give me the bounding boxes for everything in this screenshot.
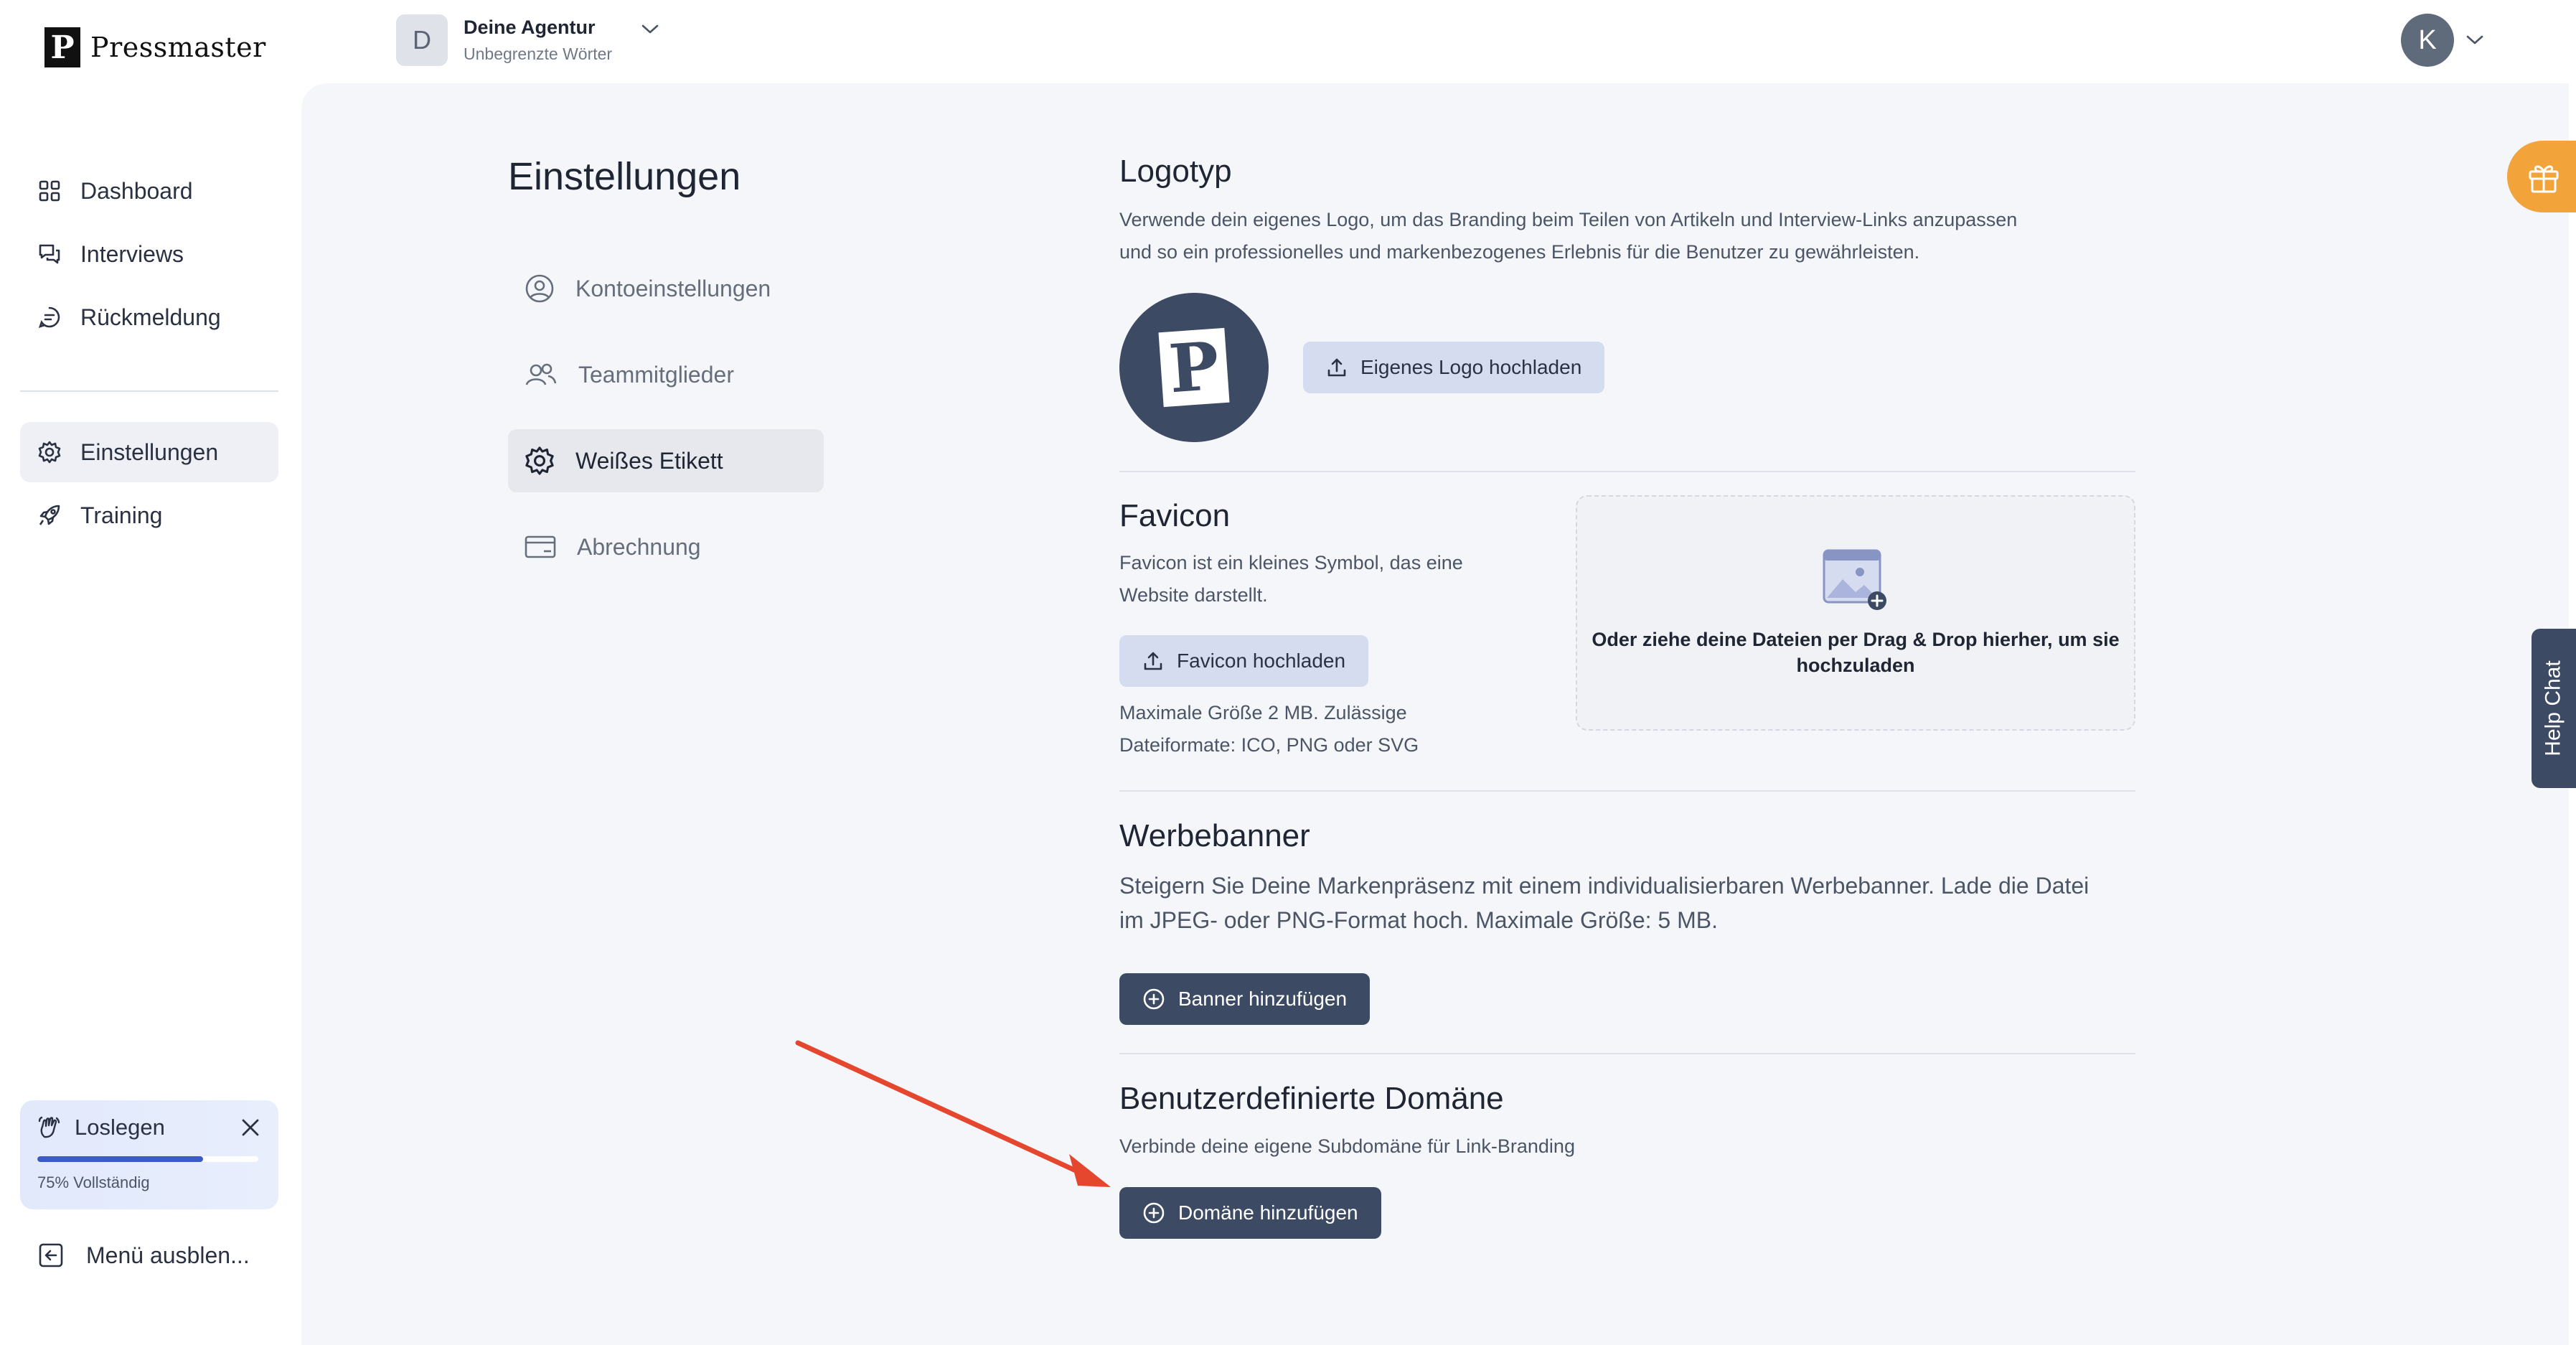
collapse-icon <box>39 1243 63 1267</box>
logo-preview-mark: P <box>1158 327 1230 408</box>
settings-tab-white-label[interactable]: Weißes Etikett <box>508 429 824 492</box>
logotyp-desc-line: Verwende dein eigenes Logo, um das Brand… <box>1119 209 2018 230</box>
agency-avatar: D <box>396 14 448 66</box>
add-domain-button[interactable]: Domäne hinzufügen <box>1119 1187 1381 1239</box>
onboarding-progress-fill <box>37 1156 203 1162</box>
upload-logo-button[interactable]: Eigenes Logo hochladen <box>1303 342 1605 393</box>
chat-icon <box>39 244 60 264</box>
collapse-menu-label: Menü ausblen... <box>86 1242 250 1268</box>
sidebar-item-label: Einstellungen <box>80 439 219 465</box>
logotyp-desc-line: und so ein professionelles und markenbez… <box>1119 241 1920 263</box>
settings-tab-label: Kontoeinstellungen <box>575 275 771 301</box>
gear-icon <box>525 446 554 475</box>
page-title: Einstellungen <box>508 155 741 198</box>
gift-icon <box>2529 165 2559 193</box>
favicon-desc-line: Favicon ist ein kleines Symbol, das eine <box>1119 552 1463 573</box>
favicon-description: Favicon ist ein kleines Symbol, das eine… <box>1119 547 1463 611</box>
user-circle-icon <box>525 274 554 303</box>
settings-tab-label: Abrechnung <box>577 533 701 560</box>
favicon-hint: Maximale Größe 2 MB. Zulässige Dateiform… <box>1119 697 1419 761</box>
avatar: K <box>2401 14 2454 67</box>
dropzone-text: Oder ziehe deine Dateien per Drag & Drop… <box>1592 629 2120 676</box>
add-domain-label: Domäne hinzufügen <box>1178 1201 1358 1224</box>
chevron-down-icon <box>641 24 659 34</box>
upload-favicon-button[interactable]: Favicon hochladen <box>1119 635 1369 687</box>
agency-info: Deine Agentur Unbegrenzte Wörter <box>464 17 612 64</box>
section-divider <box>1119 471 2135 472</box>
settings-tab-label: Teammitglieder <box>578 361 734 388</box>
upload-icon <box>1144 652 1162 670</box>
onboarding-title: Loslegen <box>75 1115 165 1140</box>
upload-logo-label: Eigenes Logo hochladen <box>1360 356 1582 378</box>
rocket-icon <box>39 505 60 525</box>
collapse-menu-button[interactable]: Menü ausblen... <box>37 1242 250 1269</box>
domain-title: Benutzerdefinierte Domäne <box>1119 1081 1504 1116</box>
favicon-hint-line: Maximale Größe 2 MB. Zulässige <box>1119 702 1407 723</box>
sidebar-item-label: Dashboard <box>80 177 193 204</box>
sidebar-item-feedback[interactable]: Rückmeldung <box>20 287 278 347</box>
gift-button[interactable] <box>2507 141 2576 212</box>
banner-desc-line: Steigern Sie Deine Markenpräsenz mit ein… <box>1119 873 2090 899</box>
add-image-icon <box>1823 549 1886 610</box>
favicon-hint-line: Dateiformate: ICO, PNG oder SVG <box>1119 734 1419 756</box>
brand-logo[interactable]: P Pressmaster <box>44 26 266 69</box>
logotyp-title: Logotyp <box>1119 154 1232 189</box>
settings-tab-label: Weißes Etikett <box>575 447 723 474</box>
settings-tab-billing[interactable]: Abrechnung <box>508 515 824 578</box>
settings-tab-account[interactable]: Kontoeinstellungen <box>508 257 824 320</box>
onboarding-progress-bar <box>37 1156 258 1162</box>
grid-icon <box>39 180 60 202</box>
chevron-down-icon <box>2466 35 2483 44</box>
add-banner-label: Banner hinzufügen <box>1178 988 1348 1010</box>
add-banner-button[interactable]: Banner hinzufügen <box>1119 973 1371 1025</box>
domain-description: Verbinde deine eigene Subdomäne für Link… <box>1119 1135 1575 1157</box>
logotyp-description: Verwende dein eigenes Logo, um das Brand… <box>1119 204 2017 268</box>
banner-description: Steigern Sie Deine Markenpräsenz mit ein… <box>1119 868 2089 937</box>
feedback-icon <box>38 306 60 329</box>
favicon-title: Favicon <box>1119 498 1231 533</box>
upload-icon <box>1327 358 1346 377</box>
favicon-dropzone[interactable]: Oder ziehe deine Dateien per Drag & Drop… <box>1576 495 2135 731</box>
brand-name: Pressmaster <box>90 32 266 63</box>
agency-subtitle: Unbegrenzte Wörter <box>464 44 613 63</box>
gear-icon <box>38 441 61 464</box>
onboarding-progress-label: 75% Vollständig <box>37 1173 150 1191</box>
sidebar-item-label: Interviews <box>80 240 184 267</box>
agency-switcher[interactable]: D Deine Agentur Unbegrenzte Wörter <box>396 14 659 66</box>
brand-mark-icon: P <box>44 27 80 67</box>
sidebar-item-label: Training <box>80 502 163 528</box>
sidebar-item-training[interactable]: Training <box>20 485 278 545</box>
credit-card-icon <box>525 535 556 558</box>
section-divider <box>1119 790 2135 792</box>
help-chat-tab[interactable]: Help Chat <box>2532 629 2576 788</box>
sidebar-item-dashboard[interactable]: Dashboard <box>20 161 278 221</box>
favicon-desc-line: Website darstellt. <box>1119 584 1268 606</box>
plus-circle-icon <box>1143 988 1165 1010</box>
user-menu[interactable]: K <box>2401 14 2484 67</box>
sidebar-item-settings[interactable]: Einstellungen <box>20 422 278 482</box>
help-chat-label: Help Chat <box>2542 660 2565 756</box>
upload-favicon-label: Favicon hochladen <box>1177 650 1346 672</box>
wave-hand-icon <box>38 1116 60 1138</box>
sidebar-item-interviews[interactable]: Interviews <box>20 224 278 284</box>
settings-tab-team[interactable]: Teammitglieder <box>508 343 824 406</box>
banner-desc-line: im JPEG- oder PNG-Format hoch. Maximale … <box>1119 907 1718 933</box>
sidebar-item-label: Rückmeldung <box>80 304 221 330</box>
agency-name: Deine Agentur <box>464 17 596 38</box>
close-icon[interactable] <box>240 1117 261 1138</box>
section-divider <box>1119 1053 2135 1054</box>
nav-divider <box>20 390 278 392</box>
plus-circle-icon <box>1143 1202 1165 1224</box>
logo-preview: P <box>1119 293 1269 442</box>
banner-title: Werbebanner <box>1119 818 1310 853</box>
users-icon <box>525 363 557 385</box>
onboarding-card[interactable]: Loslegen 75% Vollständig <box>20 1100 278 1209</box>
